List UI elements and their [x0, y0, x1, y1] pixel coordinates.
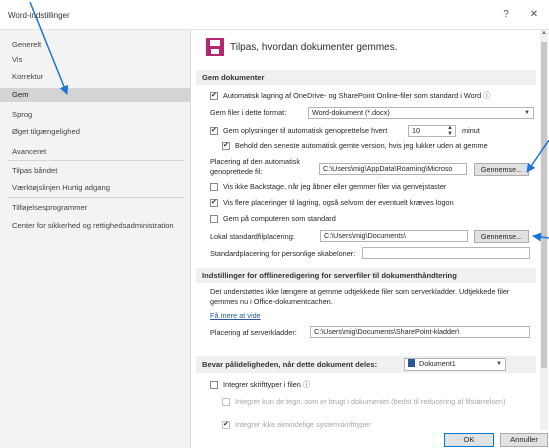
show-more-places-checkbox[interactable]: [210, 198, 218, 207]
sidebar-item-tilpas-baandet[interactable]: Tilpas båndet: [0, 164, 190, 178]
sidebar-item-gem[interactable]: Gem: [0, 88, 190, 102]
embed-used-chars-label: Integrer kun de tegn, som er brugt i dok…: [235, 397, 506, 406]
sidebar-item-generelt[interactable]: Generelt: [0, 38, 190, 52]
keep-last-version-checkbox[interactable]: [222, 141, 230, 150]
section-offline-editing: Indstillinger for offlineredigering for …: [196, 268, 536, 283]
help-button[interactable]: ?: [499, 9, 513, 20]
sidebar: Generelt Vis Korrektur Gem Sprog Øget ti…: [0, 30, 191, 448]
save-to-computer-label: Gem på computeren som standard: [223, 214, 336, 223]
autorecover-minutes-value: 10: [412, 126, 420, 135]
info-icon: ⓘ: [483, 91, 491, 100]
format-value: Word-dokument (*.docx): [312, 108, 390, 117]
no-common-fonts-checkbox[interactable]: [222, 420, 230, 429]
page-title: Tilpas, hvordan dokumenter gemmes.: [230, 42, 398, 53]
sidebar-item-avanceret[interactable]: Avanceret: [0, 145, 190, 159]
no-backstage-checkbox[interactable]: [210, 183, 218, 191]
no-common-fonts-label: Integrer ikke almindelige systemskriftty…: [235, 420, 371, 429]
save-document-icon: [206, 38, 224, 56]
info-icon: ⓘ: [302, 380, 311, 389]
minutes-label: minut: [462, 126, 480, 135]
window-title: Word-indstillinger: [8, 11, 70, 20]
sidebar-item-korrektur[interactable]: Korrektur: [0, 70, 190, 84]
server-drafts-input[interactable]: C:\Users\mig\Documents\SharePoint-kladde…: [310, 326, 530, 338]
embed-used-chars-checkbox[interactable]: [222, 398, 230, 406]
sidebar-separator: [8, 160, 184, 161]
document-icon: [408, 359, 415, 367]
close-button[interactable]: ✕: [527, 9, 541, 20]
autorecover-minutes-stepper[interactable]: 10 ▲ ▼: [408, 125, 456, 137]
sidebar-item-sprog[interactable]: Sprog: [0, 108, 190, 122]
cancel-button[interactable]: Annuller: [500, 433, 548, 447]
save-to-computer-checkbox[interactable]: [210, 215, 218, 223]
fidelity-title: Bevar pålideligheden, når dette dokument…: [202, 360, 378, 369]
browse-local-button[interactable]: Gennemse...: [474, 230, 529, 243]
learn-more-link[interactable]: Få mere at vide: [210, 311, 261, 321]
show-more-places-label: Vis flere placeringer til lagring, også …: [223, 198, 454, 207]
embed-fonts-checkbox[interactable]: [210, 381, 218, 389]
autosave-label: Automatisk lagring af OneDrive- og Share…: [223, 91, 491, 100]
sidebar-item-sikkerhedscenter[interactable]: Center for sikkerhed og rettighedsadmini…: [0, 219, 190, 233]
format-label: Gem filer i dette format:: [210, 108, 287, 117]
sidebar-item-tilfoejelser[interactable]: Tilføjelsesprogrammer: [0, 201, 190, 215]
keep-last-version-label: Behold den seneste automatisk gemte vers…: [235, 141, 488, 150]
scroll-thumb[interactable]: [541, 42, 547, 368]
chevron-down-icon: ▼: [524, 110, 530, 116]
scroll-up-arrow-icon[interactable]: ▲: [540, 30, 548, 40]
offline-description: Det understøttes ikke længere at gemme u…: [210, 287, 510, 306]
stepper-arrows-icon[interactable]: ▲ ▼: [447, 126, 453, 136]
sidebar-item-hurtig-adgang[interactable]: Værktøjslinjen Hurtig adgang: [0, 181, 190, 195]
server-drafts-label: Placering af serverkladder:: [210, 328, 297, 337]
ok-button[interactable]: OK: [444, 433, 494, 447]
local-location-input[interactable]: C:\Users\mig\Documents\: [320, 230, 468, 242]
autorecover-label: Gem oplysninger til automatisk genoprett…: [223, 126, 388, 135]
autorecover-checkbox[interactable]: [210, 126, 218, 135]
local-location-label: Lokal standardfilplacering:: [210, 232, 295, 241]
embed-fonts-label: Integrer skrifttyper i filen ⓘ: [223, 380, 311, 389]
autorecover-location-label: Placering af den automatisk genoprettede…: [210, 157, 301, 176]
document-dropdown[interactable]: Dokument1 ▼: [404, 358, 506, 371]
sidebar-item-tilgaengelighed[interactable]: Øget tilgængelighed: [0, 125, 190, 139]
browse-autorecover-button[interactable]: Gennemse...: [474, 163, 529, 176]
personal-templates-label: Standardplacering for personlige skabelo…: [210, 249, 356, 258]
document-value: Dokument1: [419, 359, 456, 368]
main-panel: Tilpas, hvordan dokumenter gemmes. Gem d…: [192, 30, 538, 430]
section-save-documents: Gem dokumenter: [196, 70, 536, 85]
sidebar-separator: [8, 197, 184, 198]
chevron-down-icon: ▼: [496, 361, 502, 367]
autorecover-location-input[interactable]: C:\Users\mig\AppData\Roaming\Microso: [319, 163, 467, 175]
personal-templates-input[interactable]: [362, 247, 530, 259]
vertical-scrollbar[interactable]: ▲: [540, 30, 548, 430]
autosave-checkbox[interactable]: [210, 91, 218, 100]
sidebar-item-vis[interactable]: Vis: [0, 53, 190, 67]
no-backstage-label: Vis ikke Backstage, når jeg åbner eller …: [223, 182, 447, 191]
format-dropdown[interactable]: Word-dokument (*.docx) ▼: [308, 107, 534, 119]
title-bar: Word-indstillinger ? ✕: [0, 0, 549, 30]
